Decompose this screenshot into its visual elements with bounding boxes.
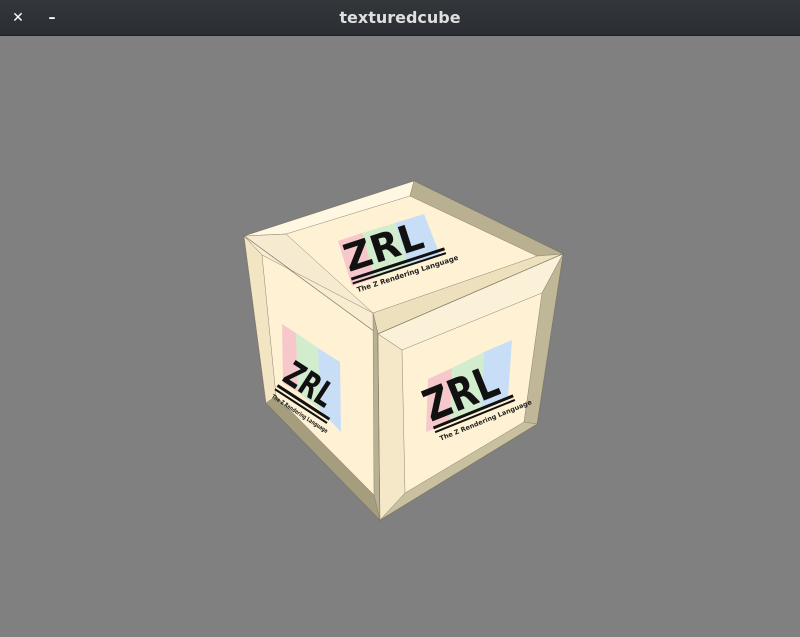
window-title: texturedcube — [339, 8, 461, 27]
title-bar: ✕ – texturedcube — [0, 0, 800, 36]
textured-cube: ZRL The Z Rendering Language ZRL The Z R… — [242, 180, 565, 522]
render-viewport[interactable]: ZRL The Z Rendering Language ZRL The Z R… — [0, 36, 800, 637]
